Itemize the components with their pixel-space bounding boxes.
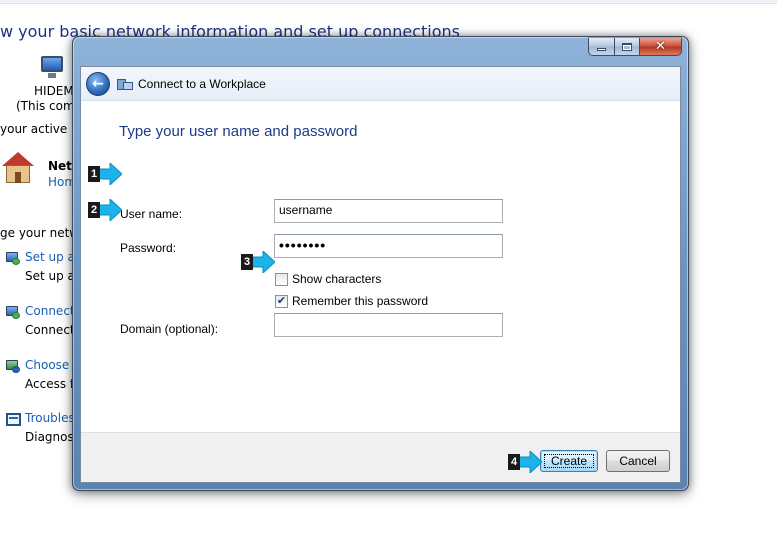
remember-password-label: Remember this password [292,294,429,308]
maximize-button[interactable] [614,37,639,56]
cancel-button[interactable]: Cancel [606,450,670,472]
page-title: Type your user name and password [119,123,358,140]
remember-password-option[interactable]: ✔ Remember this password [275,294,428,308]
back-button[interactable]: ← [86,72,110,96]
close-button[interactable]: ✕ [639,37,682,56]
network-task-icon [4,303,22,321]
step-3-callout: 3 [241,251,275,273]
create-button-label: Create [550,454,588,468]
back-arrow-icon: ← [92,76,104,92]
minimize-button[interactable] [588,37,614,56]
show-characters-label: Show characters [292,272,382,286]
wizard-navbar: ← Connect to a Workplace [81,67,680,101]
computer-icon [36,54,66,80]
step-1-callout: 1 [88,163,122,185]
remember-password-checkbox[interactable]: ✔ [275,294,288,308]
connect-workplace-dialog: ✕ ← Connect to a Workplace Type your use… [72,36,689,491]
callout-arrow-icon [98,163,122,185]
username-field[interactable]: username [274,199,503,223]
network-task-icon [4,249,22,267]
task-connect-desc: Connect [25,323,75,337]
home-network-icon [0,150,36,186]
password-label: Password: [120,241,177,255]
checkmark-icon: ✔ [276,294,287,307]
step-4-number: 4 [508,454,520,470]
callout-arrow-icon [251,251,275,273]
workplace-icon [117,77,133,91]
callout-arrow-icon [518,451,542,473]
minimize-icon [597,48,606,51]
dialog-footer: Create Cancel [81,432,680,482]
username-label: User name: [120,207,183,221]
maximize-icon [622,42,632,51]
troubleshoot-icon [5,411,23,429]
callout-arrow-icon [98,199,122,221]
computer-name: HIDEM [34,84,74,98]
cancel-button-label: Cancel [619,454,657,468]
domain-field[interactable] [274,313,503,337]
step-2-number: 2 [88,202,100,218]
close-icon: ✕ [655,39,666,54]
caption-buttons: ✕ [588,37,682,56]
show-characters-option[interactable]: Show characters [275,272,381,286]
create-button[interactable]: Create [540,450,598,472]
password-field[interactable]: •••••••• [274,234,503,258]
step-2-callout: 2 [88,199,122,221]
window-top-edge [0,0,777,4]
step-4-callout: 4 [508,451,542,473]
show-characters-checkbox[interactable] [275,272,288,286]
dialog-client-area: ← Connect to a Workplace Type your user … [80,66,681,483]
homegroup-icon [4,357,22,375]
step-3-number: 3 [241,254,253,270]
task-connect-link[interactable]: Connect [25,304,75,318]
step-1-number: 1 [88,166,100,182]
domain-label: Domain (optional): [120,322,219,336]
dialog-title: Connect to a Workplace [138,77,266,91]
